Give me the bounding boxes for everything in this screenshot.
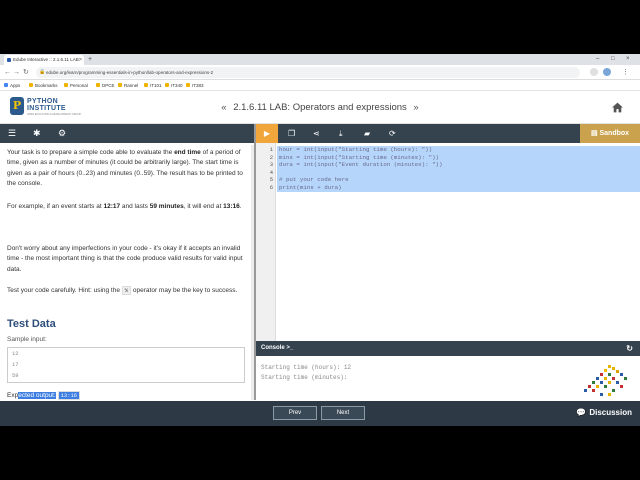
tab-title: Edube Interactive :: 2.1.6.11 LAB: xyxy=(13,57,80,62)
editor-toolbar: ▶ ❐ ⋖ ⤓ ▰ ⟳ ▤ Sandbox xyxy=(256,124,640,143)
bookmark-item[interactable]: Bookmarks xyxy=(29,80,58,91)
menu-dots-icon[interactable]: ⋮ xyxy=(622,67,629,78)
bookmark-item[interactable]: Personal xyxy=(64,80,88,91)
close-tab-icon[interactable]: × xyxy=(79,55,82,65)
forward-icon[interactable]: → xyxy=(13,67,20,78)
back-icon[interactable]: ← xyxy=(4,67,11,78)
code-line[interactable]: mins = int(input("Starting time (minutes… xyxy=(279,154,439,162)
line-number: 3 xyxy=(269,161,273,169)
sample-input-box: 12 17 59 xyxy=(7,347,245,383)
hint-paragraph: Test your code carefully. Hint: using th… xyxy=(7,286,238,295)
url-text: edube.org/learn/programming-essentials-i… xyxy=(46,70,214,75)
prev-button[interactable]: Prev xyxy=(273,406,317,420)
browser-tab[interactable]: Edube Interactive :: 2.1.6.11 LAB: × xyxy=(4,55,84,65)
code-line[interactable]: dura = int(input("Event duration (minute… xyxy=(279,161,443,169)
test-data-heading: Test Data xyxy=(7,318,56,330)
expected-output: Expected output: 13:16 xyxy=(7,391,81,401)
sample-input-line: 17 xyxy=(12,361,19,368)
line-number-gutter: 1 2 3 4 5 6 xyxy=(256,143,276,341)
bookmark-item[interactable]: IT101 xyxy=(144,80,162,91)
console-line: Starting time (minutes): xyxy=(261,374,348,381)
close-window-icon[interactable]: × xyxy=(626,54,630,65)
extension-icon[interactable] xyxy=(590,68,598,76)
discussion-button[interactable]: 💬 Discussion xyxy=(576,407,632,419)
line-number: 6 xyxy=(269,184,273,191)
share-icon[interactable]: ⋖ xyxy=(313,128,320,139)
address-bar-row: ← → ↻ 🔒 edube.org/learn/programming-esse… xyxy=(0,65,640,80)
download-icon[interactable]: ⤓ xyxy=(339,128,343,139)
page-title-row: « 2.1.6.11 LAB: Operators and expression… xyxy=(0,91,640,124)
url-field[interactable]: 🔒 edube.org/learn/programming-essentials… xyxy=(36,67,580,78)
bookmark-item[interactable]: IT383 xyxy=(186,80,204,91)
bookmark-item[interactable]: IT340 xyxy=(165,80,183,91)
chat-bubbles-icon: 💬 xyxy=(576,408,587,417)
profile-avatar[interactable] xyxy=(603,68,611,76)
note-paragraph: Don't worry about any imperfections in y… xyxy=(7,245,243,273)
run-button[interactable]: ▶ xyxy=(256,124,278,143)
minimize-icon[interactable]: – xyxy=(596,54,599,65)
code-line[interactable]: print(mins + dura) xyxy=(279,184,342,192)
console-line: Starting time (hours): 12 xyxy=(261,364,352,371)
next-lesson-arrow[interactable]: » xyxy=(409,102,422,113)
prev-lesson-arrow[interactable]: « xyxy=(217,102,230,113)
site-header: P PYTHON INSTITUTE OPEN EDUCATION & DEVE… xyxy=(0,91,640,124)
file-icon: ▤ xyxy=(590,130,600,137)
reset-icon[interactable]: ⟳ xyxy=(389,128,396,139)
maximize-icon[interactable]: □ xyxy=(611,54,615,65)
line-number: 2 xyxy=(269,153,273,161)
lock-icon: 🔒 xyxy=(39,69,46,75)
code-editor[interactable]: 1 2 3 4 5 6 hour = int(input("Starting t… xyxy=(256,143,640,341)
code-line[interactable]: hour = int(input("Starting time (hours):… xyxy=(279,146,432,154)
hamburger-menu-icon[interactable]: ☰ xyxy=(8,128,16,139)
copy-icon[interactable]: ❐ xyxy=(288,128,295,139)
next-button[interactable]: Next xyxy=(321,406,365,420)
gear-icon[interactable]: ⚙ xyxy=(58,128,66,139)
page-title: 2.1.6.11 LAB: Operators and expressions xyxy=(233,102,407,113)
footer-bar: Prev Next 💬 Discussion xyxy=(0,401,640,426)
sandbox-button[interactable]: ▤ Sandbox xyxy=(580,124,640,143)
channel-logo-icon xyxy=(584,365,627,396)
instructions-paragraph: Your task is to prepare a simple code ab… xyxy=(7,149,243,188)
favicon-icon xyxy=(7,58,11,62)
console-header: Console >_ ↻ xyxy=(256,341,640,356)
reload-icon[interactable]: ↻ xyxy=(23,67,29,78)
bookmark-item[interactable]: Rannel xyxy=(118,80,138,91)
code-line[interactable]: # put your code here xyxy=(279,176,349,184)
sample-input-label: Sample input: xyxy=(7,336,47,343)
home-icon[interactable] xyxy=(611,101,624,114)
line-number: 1 xyxy=(269,146,273,153)
bookmark-apps[interactable]: Apps xyxy=(4,80,20,91)
instructions-pane: Your task is to prepare a simple code ab… xyxy=(0,143,254,401)
bookmarks-bar: Apps Bookmarks Personal DPCE Rannel IT10… xyxy=(0,80,640,91)
new-tab-icon[interactable]: + xyxy=(88,54,92,65)
console-refresh-icon[interactable]: ↻ xyxy=(626,341,633,356)
line-number: 4 xyxy=(269,168,273,176)
line-number: 5 xyxy=(269,176,273,184)
bookmark-item[interactable]: DPCE xyxy=(96,80,115,91)
browser-tab-bar: Edube Interactive :: 2.1.6.11 LAB: × + –… xyxy=(0,54,640,65)
app-screen: Edube Interactive :: 2.1.6.11 LAB: × + –… xyxy=(0,54,640,426)
example-paragraph: For example, if an event starts at 12:17… xyxy=(7,203,242,210)
instructions-toolbar: ☰ ✱ ⚙ xyxy=(0,124,254,143)
console-title: Console >_ xyxy=(261,345,294,351)
folder-icon[interactable]: ▰ xyxy=(364,128,370,139)
sample-input-line: 59 xyxy=(12,372,19,379)
bug-icon[interactable]: ✱ xyxy=(33,128,41,139)
sample-input-line: 12 xyxy=(12,350,19,357)
